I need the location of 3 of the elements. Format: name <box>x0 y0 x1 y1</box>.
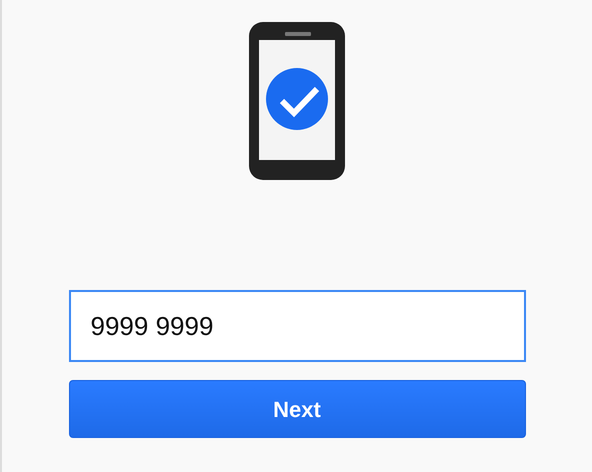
phone-check-icon <box>249 22 345 180</box>
phone-number-field[interactable]: 9999 9999 <box>68 290 526 362</box>
next-button[interactable]: Next <box>68 380 526 438</box>
